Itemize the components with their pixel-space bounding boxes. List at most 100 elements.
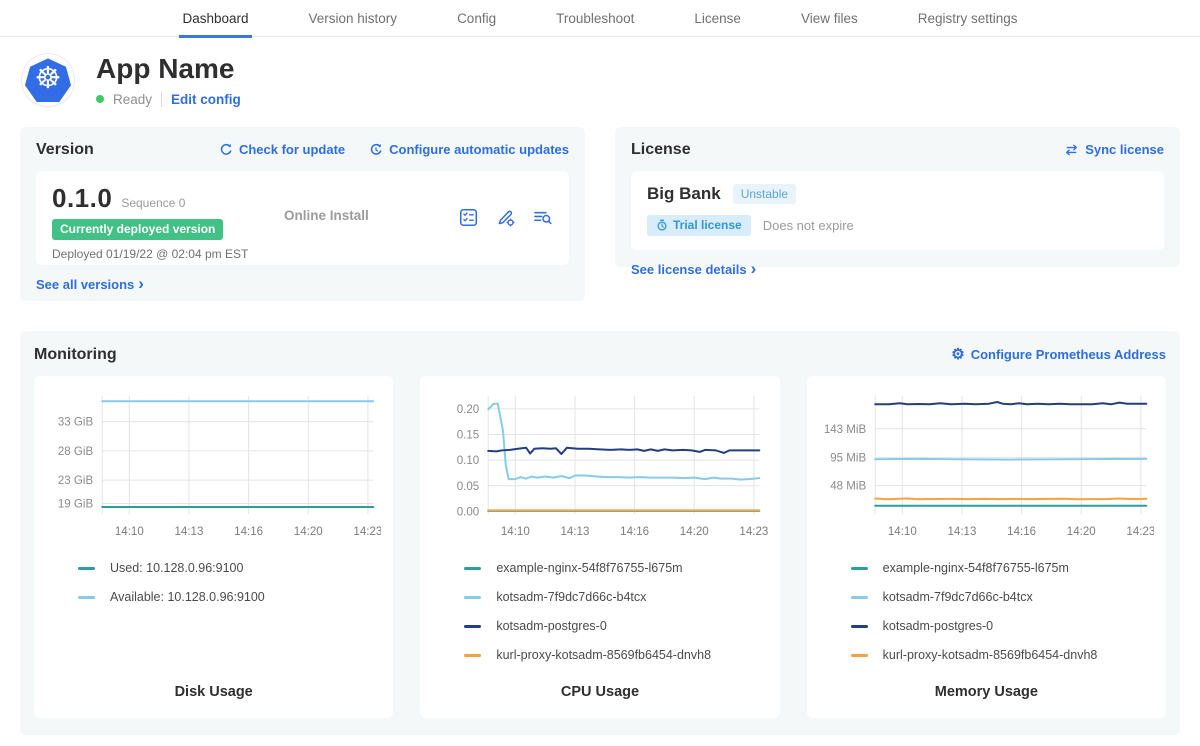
sync-arrows-icon [1064, 143, 1079, 157]
legend-label: kurl-proxy-kotsadm-8569fb6454-dnvh8 [883, 648, 1098, 662]
cpu-usage-legend: example-nginx-54f8f76755-l675m kotsadm-7f… [432, 554, 767, 670]
svg-text:143 MiB: 143 MiB [824, 424, 867, 436]
deployed-timestamp: Deployed 01/19/22 @ 02:04 pm EST [52, 247, 284, 261]
svg-text:14:10: 14:10 [501, 526, 530, 538]
tab-registry-settings[interactable]: Registry settings [915, 11, 1021, 38]
svg-text:19 GiB: 19 GiB [58, 498, 94, 510]
svg-text:14:20: 14:20 [680, 526, 709, 538]
svg-text:0.05: 0.05 [457, 481, 479, 493]
customer-name: Big Bank [647, 184, 721, 204]
svg-text:14:10: 14:10 [115, 526, 144, 538]
memory-usage-plot: 48 MiB95 MiB143 MiB14:1014:1314:1614:201… [819, 388, 1154, 546]
svg-text:14:23: 14:23 [353, 526, 381, 538]
version-heading: Version [36, 141, 94, 159]
edit-config-link[interactable]: Edit config [171, 92, 241, 107]
memory-usage-chart-card: 48 MiB95 MiB143 MiB14:1014:1314:1614:201… [807, 376, 1166, 718]
license-card: Big Bank Unstable Trial license Does not… [631, 171, 1164, 250]
app-status: Ready [113, 92, 152, 107]
divider [161, 92, 162, 107]
svg-text:14:13: 14:13 [175, 526, 204, 538]
tab-version-history[interactable]: Version history [306, 11, 401, 38]
chart-plot: 0.00 0.05 0.10 0.15 0.20 14:10 14:13 14:16 14:20… [432, 388, 767, 546]
svg-text:14:16: 14:16 [234, 526, 263, 538]
disk-usage-legend: Used: 10.128.0.96:9100 Available: 10.128.… [46, 554, 381, 612]
svg-text:14:13: 14:13 [561, 526, 590, 538]
configure-prometheus-link[interactable]: ⚙ Configure Prometheus Address [951, 347, 1166, 362]
legend-label: example-nginx-54f8f76755-l675m [496, 561, 682, 575]
status-dot-icon [96, 95, 104, 103]
sync-license-link[interactable]: Sync license [1064, 142, 1164, 157]
see-all-versions-link[interactable]: See all versions › [36, 277, 569, 292]
trial-license-badge: Trial license [647, 215, 751, 236]
legend-item: example-nginx-54f8f76755-l675m [851, 554, 1154, 583]
svg-text:23 GiB: 23 GiB [58, 475, 94, 487]
release-notes-icon[interactable] [458, 207, 479, 228]
legend-item: Used: 10.128.0.96:9100 [78, 554, 381, 583]
disk-usage-chart-card: 19 GiB 23 GiB 28 GiB 33 GiB 14:10 14:13 14:16 1… [34, 376, 393, 718]
check-for-update-link[interactable]: Check for update [219, 142, 345, 157]
legend-item: kotsadm-postgres-0 [464, 612, 767, 641]
legend-item: kurl-proxy-kotsadm-8569fb6454-dnvh8 [851, 641, 1154, 670]
chart-plot: 48 MiB95 MiB143 MiB14:1014:1314:1614:201… [819, 388, 1154, 546]
legend-label: kotsadm-7f9dc7d66c-b4tcx [496, 590, 646, 604]
stopwatch-icon [656, 219, 668, 231]
disk-usage-plot: 19 GiB 23 GiB 28 GiB 33 GiB 14:10 14:13 14:16 1… [46, 388, 381, 546]
legend-item: Available: 10.128.0.96:9100 [78, 583, 381, 612]
install-type: Online Install [284, 183, 458, 253]
svg-text:14:13: 14:13 [947, 526, 976, 538]
legend-swatch [851, 567, 868, 570]
tab-config[interactable]: Config [454, 11, 499, 38]
channel-badge: Unstable [733, 184, 796, 204]
svg-text:14:16: 14:16 [620, 526, 649, 538]
svg-text:0.15: 0.15 [457, 429, 479, 441]
chart-title: CPU Usage [432, 684, 767, 706]
chart-plot: 19 GiB 23 GiB 28 GiB 33 GiB 14:10 14:13 14:16 1… [46, 388, 381, 546]
legend-swatch [78, 596, 95, 599]
kubernetes-wheel-icon: ☸ [25, 58, 71, 102]
svg-text:33 GiB: 33 GiB [58, 417, 94, 429]
chevron-right-icon: › [138, 275, 144, 292]
current-version-card: 0.1.0 Sequence 0 Currently deployed vers… [36, 171, 569, 265]
tab-dashboard[interactable]: Dashboard [179, 11, 251, 38]
see-license-details-link[interactable]: See license details › [631, 262, 1164, 277]
legend-label: kotsadm-postgres-0 [496, 619, 606, 633]
svg-text:14:10: 14:10 [888, 526, 917, 538]
cpu-usage-plot: 0.00 0.05 0.10 0.15 0.20 14:10 14:13 14:16 14:20… [432, 388, 767, 546]
legend-label: kurl-proxy-kotsadm-8569fb6454-dnvh8 [496, 648, 711, 662]
svg-text:95 MiB: 95 MiB [830, 452, 866, 464]
app-header: ☸ App Name Ready Edit config [0, 37, 1200, 127]
svg-text:14:23: 14:23 [740, 526, 768, 538]
license-expiry: Does not expire [763, 218, 854, 233]
svg-text:0.10: 0.10 [457, 455, 479, 467]
svg-text:28 GiB: 28 GiB [58, 446, 94, 458]
svg-text:14:20: 14:20 [294, 526, 323, 538]
legend-label: Used: 10.128.0.96:9100 [110, 561, 243, 575]
legend-swatch [851, 596, 868, 599]
config-tools-icon[interactable] [495, 207, 516, 228]
legend-swatch [464, 654, 481, 657]
legend-label: kotsadm-postgres-0 [883, 619, 993, 633]
legend-item: example-nginx-54f8f76755-l675m [464, 554, 767, 583]
legend-swatch [851, 625, 868, 628]
legend-item: kotsadm-7f9dc7d66c-b4tcx [464, 583, 767, 612]
version-number: 0.1.0 [52, 183, 112, 214]
legend-item: kotsadm-7f9dc7d66c-b4tcx [851, 583, 1154, 612]
version-panel: Version Check for update Configure autom… [20, 127, 585, 301]
svg-text:0.00: 0.00 [457, 506, 479, 518]
tab-view-files[interactable]: View files [798, 11, 861, 38]
refresh-icon [219, 143, 233, 157]
svg-text:14:20: 14:20 [1066, 526, 1095, 538]
tab-license[interactable]: License [691, 11, 744, 38]
version-sequence: Sequence 0 [121, 196, 185, 210]
legend-label: Available: 10.128.0.96:9100 [110, 590, 265, 604]
svg-text:0.20: 0.20 [457, 404, 479, 416]
app-title: App Name [96, 54, 241, 85]
cpu-usage-chart-card: 0.00 0.05 0.10 0.15 0.20 14:10 14:13 14:16 14:20… [420, 376, 779, 718]
configure-automatic-updates-link[interactable]: Configure automatic updates [369, 142, 569, 157]
svg-text:48 MiB: 48 MiB [830, 480, 866, 492]
tab-troubleshoot[interactable]: Troubleshoot [553, 11, 637, 38]
legend-swatch [464, 596, 481, 599]
deploy-logs-icon[interactable] [532, 207, 553, 228]
legend-swatch [851, 654, 868, 657]
chevron-right-icon: › [751, 260, 757, 277]
